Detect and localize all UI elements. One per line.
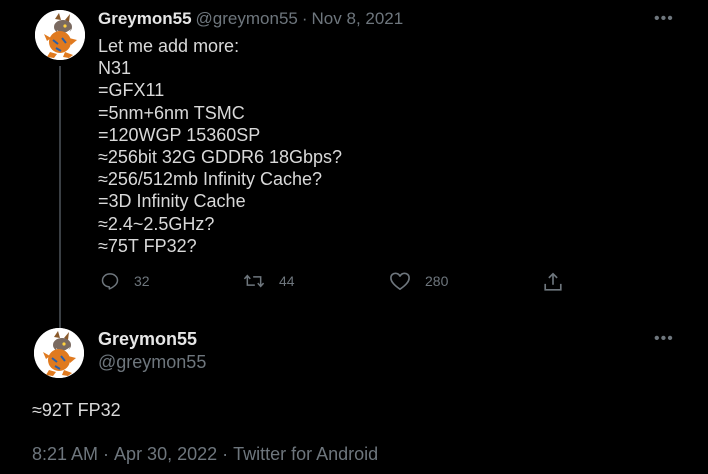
- reply-button[interactable]: 32: [100, 271, 150, 291]
- avatar[interactable]: [35, 10, 85, 60]
- tweet-meta: 8:21 AM · Apr 30, 2022 · Twitter for Android: [32, 444, 378, 465]
- more-options-icon[interactable]: •••: [654, 11, 674, 27]
- tweet-time[interactable]: 8:21 AM: [32, 444, 98, 464]
- tweet-text: ≈92T FP32: [32, 400, 121, 420]
- thread-connector-line: [59, 66, 61, 328]
- user-handle[interactable]: @greymon55: [196, 9, 298, 28]
- tweet-date[interactable]: Apr 30, 2022: [114, 444, 217, 464]
- share-icon: [544, 272, 562, 291]
- tweet-text: Let me add more: N31 =GFX11 =5nm+6nm TSM…: [98, 36, 343, 256]
- tweet-date[interactable]: Nov 8, 2021: [312, 9, 404, 28]
- retweet-count: 44: [279, 273, 295, 289]
- display-name[interactable]: Greymon55: [98, 9, 192, 28]
- share-button[interactable]: [542, 271, 564, 293]
- reply-count: 32: [134, 273, 150, 289]
- like-count: 280: [425, 273, 449, 289]
- avatar[interactable]: [34, 328, 84, 378]
- display-name[interactable]: Greymon55: [98, 329, 197, 350]
- separator-dot: ·: [103, 444, 110, 464]
- retweet-button[interactable]: 44: [243, 271, 295, 291]
- separator-dot: ·: [301, 9, 308, 28]
- tweet-header: Greymon55 @greymon55 · Nov 8, 2021: [98, 9, 403, 29]
- separator-dot: ·: [222, 444, 229, 464]
- retweet-icon: [243, 274, 265, 288]
- like-button[interactable]: 280: [389, 271, 448, 291]
- tweet-source[interactable]: Twitter for Android: [233, 444, 378, 464]
- more-options-icon[interactable]: •••: [654, 331, 674, 347]
- user-handle[interactable]: @greymon55: [98, 352, 206, 373]
- reply-icon: [101, 273, 119, 290]
- heart-icon: [390, 272, 410, 290]
